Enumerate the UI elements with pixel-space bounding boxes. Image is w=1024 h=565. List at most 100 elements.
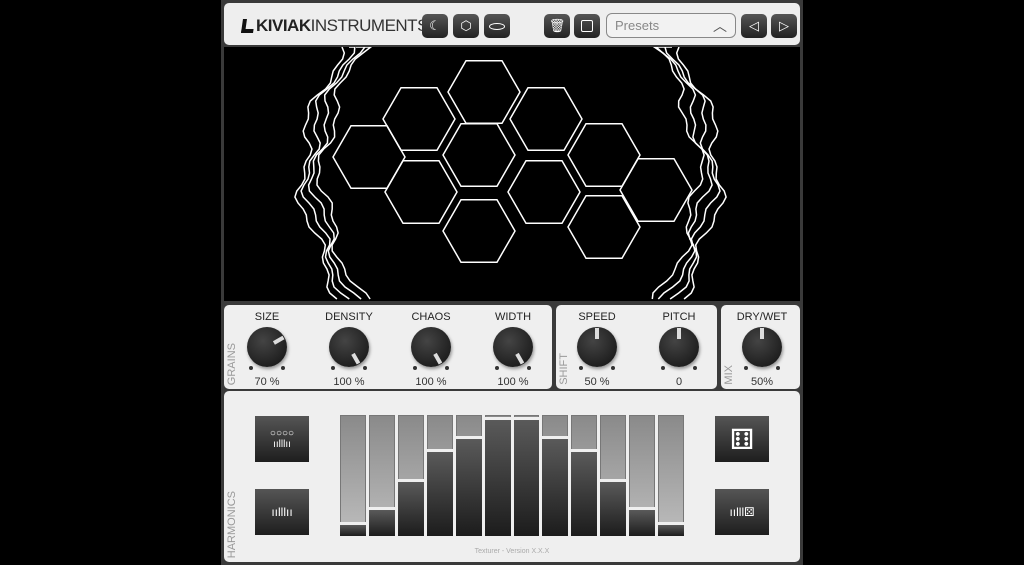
knob-width[interactable]: WIDTH 100 %	[480, 305, 546, 389]
knob-value: 100 %	[415, 376, 447, 388]
version-label: Texturer - Version X.X.X	[474, 548, 550, 555]
grain-visualizer	[224, 46, 800, 301]
delete-preset-button[interactable]: 🗑	[544, 14, 570, 38]
harmonic-level	[426, 449, 453, 536]
knob-dial[interactable]	[247, 327, 287, 367]
knob-size[interactable]: SIZE 70 %	[234, 305, 300, 389]
panel-shift: SHIFT SPEED 50 % PITCH 0	[556, 305, 717, 389]
knob-density[interactable]: DENSITY 100 %	[316, 305, 382, 389]
cloud-icon	[489, 22, 505, 30]
harmonic-level	[455, 436, 482, 536]
max-dot	[611, 366, 615, 370]
harmonic-level	[658, 521, 685, 536]
harmonic-slider-2[interactable]	[368, 415, 395, 536]
knob-indicator	[595, 328, 599, 339]
hexagon	[384, 160, 458, 224]
prev-icon: ◁	[749, 18, 759, 33]
min-dot	[249, 366, 253, 370]
plugin-window: KIVIAK INSTRUMENTS ☾ ⬡ 🗑 Presets ︿ ◁ ▷ GRA…	[221, 0, 803, 565]
cloud-button[interactable]	[484, 14, 510, 38]
knob-pitch[interactable]: PITCH 0	[646, 305, 712, 389]
harmonic-slider-10[interactable]	[600, 415, 627, 536]
knob-indicator	[433, 352, 443, 365]
harmonic-slider-5[interactable]	[455, 415, 482, 536]
knob-value: 0	[675, 376, 683, 388]
knob-speed[interactable]: SPEED 50 %	[564, 305, 630, 389]
knob-dial[interactable]	[659, 327, 699, 367]
knob-dial[interactable]	[329, 327, 369, 367]
knob-dial[interactable]	[577, 327, 617, 367]
wave-line	[651, 46, 705, 300]
knob-label: CHAOS	[411, 311, 451, 323]
knob-label: WIDTH	[494, 311, 532, 323]
harmonic-level	[542, 436, 569, 536]
max-dot	[693, 366, 697, 370]
save-icon	[581, 20, 593, 32]
knob-dial[interactable]	[411, 327, 451, 367]
harmonics-dice-icon: ıılll⚄	[729, 505, 755, 519]
knob-dial[interactable]	[742, 327, 782, 367]
dice-icon: ⚅	[729, 423, 755, 455]
harmonic-slider-8[interactable]	[542, 415, 569, 536]
harmonic-slider-12[interactable]	[658, 415, 685, 536]
min-dot	[413, 366, 417, 370]
hexagon	[442, 199, 516, 263]
min-dot	[579, 366, 583, 370]
harmonics-sliders[interactable]	[340, 415, 685, 536]
wave-line	[654, 46, 713, 300]
harmonic-slider-4[interactable]	[426, 415, 453, 536]
knob-value: 50%	[750, 376, 774, 388]
knob-value: 100 %	[497, 376, 529, 388]
trash-icon: 🗑	[548, 18, 566, 33]
knob-label: SIZE	[254, 311, 280, 323]
min-dot	[661, 366, 665, 370]
max-dot	[445, 366, 449, 370]
knob-dry-wet[interactable]: DRY/WET 50%	[729, 305, 795, 389]
prev-preset-button[interactable]: ◁	[741, 14, 767, 38]
min-dot	[744, 366, 748, 370]
randomize-button[interactable]: ⚅	[715, 416, 769, 462]
hexagon	[447, 60, 521, 124]
moon-icon: ☾	[429, 18, 441, 33]
harmonics-bars-icon: ıılllıı	[271, 505, 293, 519]
max-dot	[281, 366, 285, 370]
logo: KIVIAK INSTRUMENTS	[241, 16, 428, 36]
knob-dial[interactable]	[493, 327, 533, 367]
theme-button[interactable]: ☾	[422, 14, 448, 38]
harmonic-level	[629, 507, 656, 536]
save-preset-button[interactable]	[574, 14, 600, 38]
next-preset-button[interactable]: ▷	[771, 14, 797, 38]
wave-line	[300, 46, 356, 300]
knob-label: PITCH	[662, 311, 696, 323]
knob-indicator	[760, 328, 764, 339]
harmonics-preset-button[interactable]: ıılllıı	[255, 489, 309, 535]
harmonic-slider-9[interactable]	[571, 415, 598, 536]
max-dot	[363, 366, 367, 370]
harmonic-slider-7[interactable]	[513, 415, 540, 536]
harmonic-slider-6[interactable]	[484, 415, 511, 536]
next-icon: ▷	[779, 18, 789, 33]
knob-label: DENSITY	[325, 311, 373, 323]
max-dot	[776, 366, 780, 370]
harmonic-level	[600, 478, 627, 536]
panel-grains: GRAINS SIZE 70 % DENSITY 100 % CHAOS 100 % W…	[224, 305, 552, 389]
settings-button[interactable]: ⬡	[453, 14, 479, 38]
harmonic-slider-3[interactable]	[397, 415, 424, 536]
harmonics-preset-odd-button[interactable]: ○○○○ ıılllıı	[255, 416, 309, 462]
knob-indicator	[677, 328, 681, 339]
presets-dropdown[interactable]: Presets ︿	[606, 13, 736, 38]
wave-line	[307, 46, 367, 300]
harmonic-level	[368, 507, 395, 536]
harmonic-slider-11[interactable]	[629, 415, 656, 536]
hexagon	[442, 123, 516, 187]
chevron-up-icon: ︿	[713, 18, 727, 34]
harmonic-level	[484, 417, 511, 536]
min-dot	[495, 366, 499, 370]
knob-indicator	[272, 335, 285, 345]
visualizer-graphic	[294, 46, 727, 300]
harmonic-slider-1[interactable]	[340, 415, 366, 536]
harmonic-level	[513, 417, 540, 536]
min-dot	[331, 366, 335, 370]
randomize-harmonics-button[interactable]: ıılll⚄	[715, 489, 769, 535]
knob-chaos[interactable]: CHAOS 100 %	[398, 305, 464, 389]
